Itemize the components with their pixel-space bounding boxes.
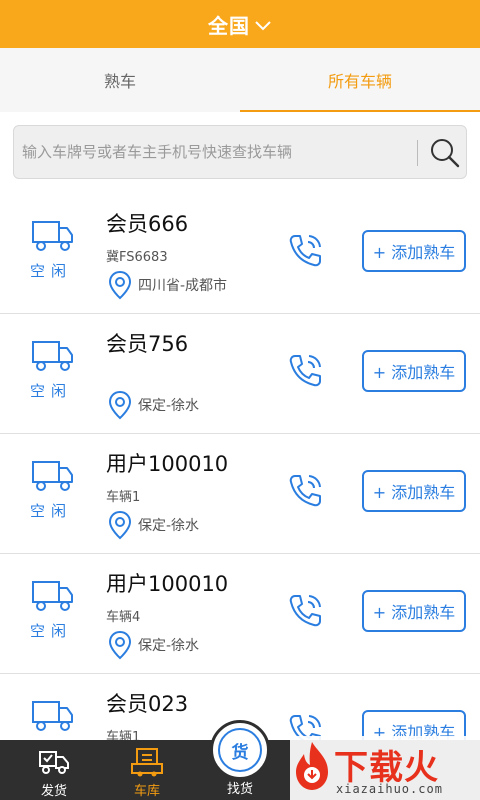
region-title: 全国: [208, 13, 250, 38]
watermark: 下载火 xiazaihuo.com: [290, 736, 480, 800]
ship-goods-icon: [39, 751, 69, 774]
vehicle-owner-name: 用户100010: [106, 452, 229, 476]
vehicle-status: 空闲: [30, 262, 73, 280]
search-divider: [417, 140, 418, 166]
vehicle-location-text: 保定-徐水: [138, 518, 200, 534]
chevron-down-icon: [255, 20, 271, 30]
tabbar-item-ship-goods[interactable]: 发货: [19, 740, 89, 800]
phone-call-icon[interactable]: [286, 352, 324, 390]
vehicle-plate: 冀FS6683: [106, 250, 168, 265]
vehicle-status: 空闲: [30, 382, 73, 400]
vehicle-plate: 车辆4: [106, 610, 141, 625]
vehicle-list: 空闲 会员666 冀FS6683 四川省-成都市 + 添加熟车 空闲 会员756: [0, 194, 480, 794]
find-goods-icon: 货: [218, 728, 262, 772]
vehicle-location: 保定-徐水: [108, 390, 199, 420]
add-familiar-vehicle-button[interactable]: + 添加熟车: [362, 350, 466, 392]
vehicle-status: 空闲: [30, 502, 73, 520]
phone-call-icon[interactable]: [286, 592, 324, 630]
list-item[interactable]: 空闲 会员666 冀FS6683 四川省-成都市 + 添加熟车: [0, 194, 480, 314]
location-pin-icon: [108, 630, 132, 660]
top-header[interactable]: 全国: [0, 0, 480, 48]
vehicle-location-text: 四川省-成都市: [138, 278, 228, 294]
phone-call-icon[interactable]: [286, 232, 324, 270]
vehicle-owner-name: 用户100010: [106, 572, 229, 596]
vehicle-tabs: 熟车 所有车辆: [0, 48, 480, 112]
vehicle-plate: 车辆1: [106, 490, 141, 505]
vehicle-location: 保定-徐水: [108, 630, 199, 660]
watermark-domain: xiazaihuo.com: [336, 782, 443, 796]
phone-call-icon[interactable]: [286, 472, 324, 510]
tabbar-label: 车库: [133, 784, 160, 799]
vehicle-location-text: 保定-徐水: [138, 638, 200, 654]
tab-all-vehicles[interactable]: 所有车辆: [240, 48, 480, 112]
truck-icon: [32, 701, 73, 731]
garage-icon: [131, 748, 163, 777]
truck-icon: [32, 221, 73, 251]
tabbar-item-find-goods[interactable]: 货: [210, 720, 270, 780]
flame-logo-icon: [296, 742, 328, 790]
vehicle-location: 保定-徐水: [108, 510, 199, 540]
tab-familiar-vehicles[interactable]: 熟车: [0, 48, 240, 112]
vehicle-location-text: 保定-徐水: [138, 398, 200, 414]
search-icon: [431, 139, 460, 168]
add-familiar-vehicle-button[interactable]: + 添加熟车: [362, 230, 466, 272]
truck-icon: [32, 461, 73, 491]
add-familiar-vehicle-button[interactable]: + 添加熟车: [362, 590, 466, 632]
vehicle-owner-name: 会员666: [106, 212, 189, 236]
vehicle-owner-name: 会员023: [106, 692, 189, 716]
search-section: [0, 112, 480, 194]
tabbar-item-garage[interactable]: 车库: [112, 740, 182, 800]
vehicle-status: 空闲: [30, 622, 73, 640]
truck-icon: [32, 581, 73, 611]
search-box: [13, 125, 467, 179]
search-input[interactable]: [22, 126, 417, 178]
vehicle-owner-name: 会员756: [106, 332, 189, 356]
list-item[interactable]: 空闲 用户100010 车辆4 保定-徐水 + 添加熟车: [0, 554, 480, 674]
add-familiar-vehicle-button[interactable]: + 添加熟车: [362, 470, 466, 512]
location-pin-icon: [108, 270, 132, 300]
search-button[interactable]: [426, 134, 464, 172]
location-pin-icon: [108, 510, 132, 540]
tabbar-label: 发货: [40, 784, 67, 799]
list-item[interactable]: 空闲 用户100010 车辆1 保定-徐水 + 添加熟车: [0, 434, 480, 554]
vehicle-location: 四川省-成都市: [108, 270, 227, 300]
list-item[interactable]: 空闲 会员756 保定-徐水 + 添加熟车: [0, 314, 480, 434]
tabbar-label-find-goods: 找货: [226, 782, 253, 797]
truck-icon: [32, 341, 73, 371]
location-pin-icon: [108, 390, 132, 420]
